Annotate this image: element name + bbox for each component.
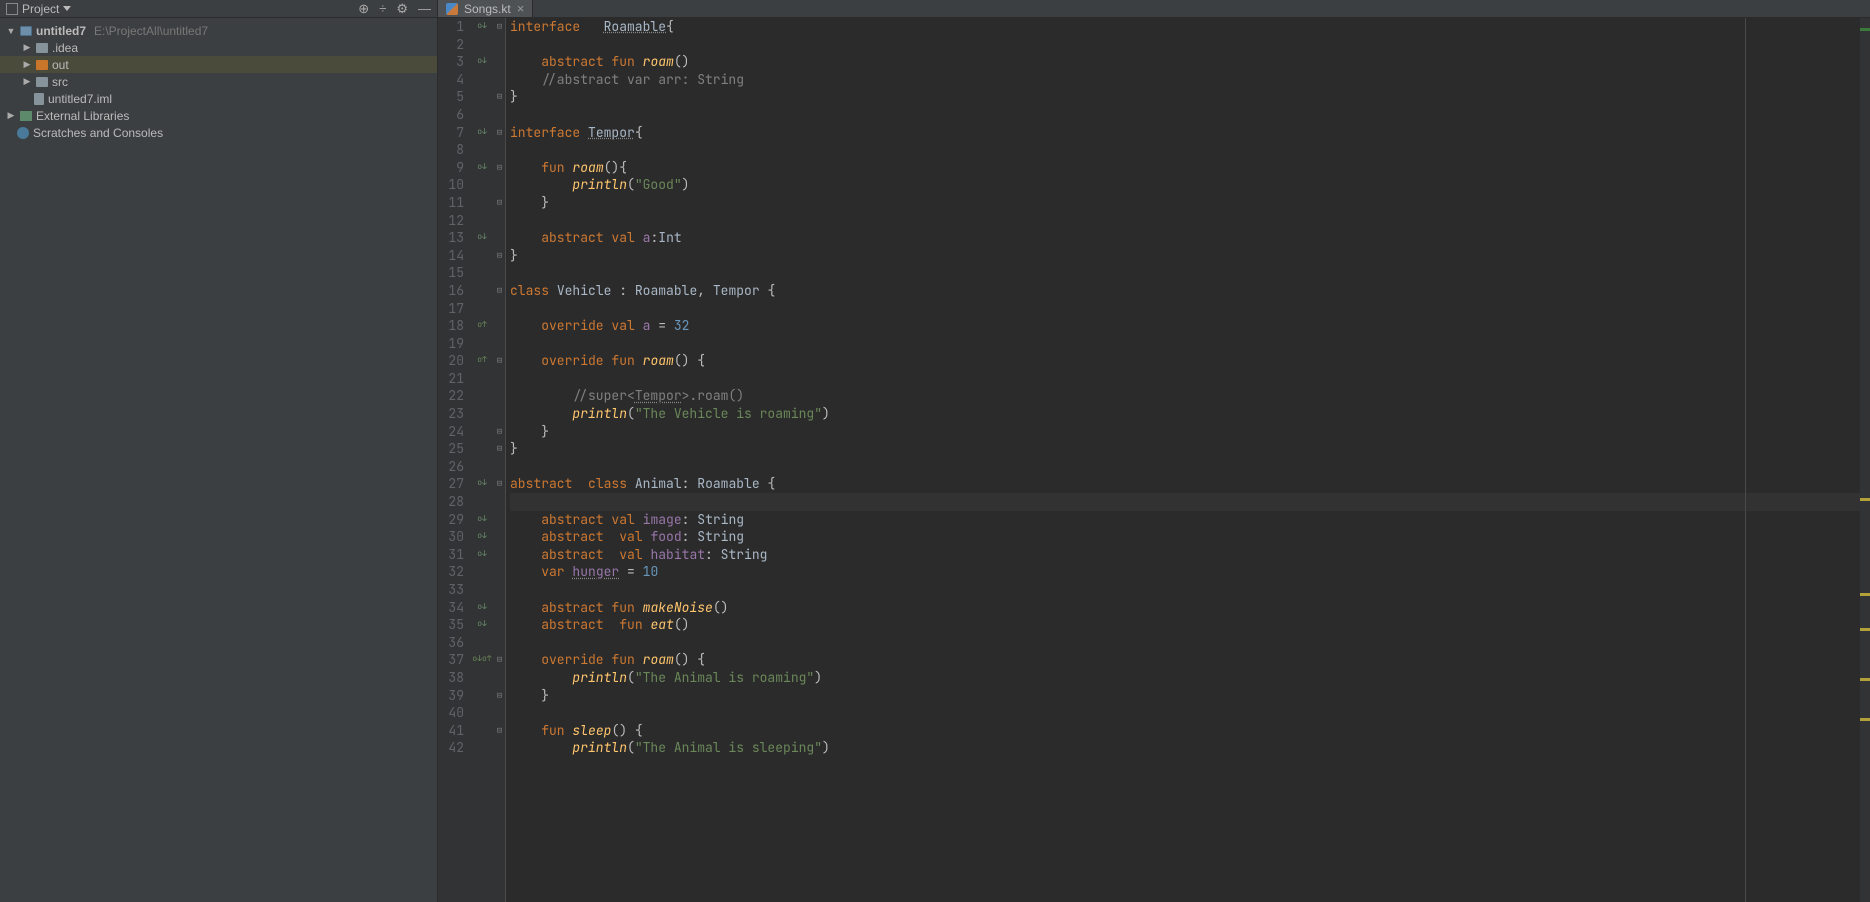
module-icon: [20, 26, 32, 36]
chevron-down-icon: [63, 6, 71, 11]
tree-item-out[interactable]: out: [0, 56, 437, 73]
chevron-right-icon[interactable]: [22, 59, 32, 70]
chevron-down-icon[interactable]: [6, 26, 16, 36]
chevron-right-icon[interactable]: [22, 76, 32, 87]
close-icon[interactable]: ×: [517, 1, 525, 16]
collapse-icon[interactable]: ÷: [379, 1, 386, 16]
tree-item-idea[interactable]: .idea: [0, 39, 437, 56]
tree-external-libs[interactable]: External Libraries: [0, 107, 437, 124]
hide-icon[interactable]: —: [418, 1, 431, 16]
warn-mark[interactable]: [1860, 498, 1870, 501]
warn-mark[interactable]: [1860, 718, 1870, 721]
code-editor[interactable]: 1234567891011121314151617181920212223242…: [438, 18, 1870, 902]
warn-mark[interactable]: [1860, 593, 1870, 596]
line-gutter: 1234567891011121314151617181920212223242…: [438, 18, 470, 902]
folder-icon: [36, 77, 48, 87]
annotation-gutter[interactable]: o↓o↓o↓o↓o↓o↑o↑o↓o↓o↓o↓o↓o↓o↓o↑: [470, 18, 494, 902]
tree-scratches[interactable]: Scratches and Consoles: [0, 124, 437, 141]
warn-mark[interactable]: [1860, 628, 1870, 631]
project-icon: [6, 3, 18, 15]
tree-root[interactable]: untitled7 E:\ProjectAll\untitled7: [0, 22, 437, 39]
main-area: Songs.kt × 12345678910111213141516171819…: [438, 0, 1870, 902]
tree-item-iml[interactable]: untitled7.iml: [0, 90, 437, 107]
error-stripe[interactable]: [1860, 18, 1870, 902]
library-icon: [20, 111, 32, 121]
code-area[interactable]: interface Roamable{ abstract fun roam() …: [506, 18, 1870, 902]
sidebar-header: Project ⊕ ÷ ⚙ —: [0, 0, 437, 18]
kotlin-icon: [446, 3, 458, 15]
project-sidebar: Project ⊕ ÷ ⚙ — untitled7 E:\ProjectAll\…: [0, 0, 438, 902]
gear-icon[interactable]: ⚙: [396, 1, 408, 17]
project-tree: untitled7 E:\ProjectAll\untitled7 .idea …: [0, 18, 437, 902]
scratch-icon: [17, 127, 29, 139]
project-label: Project: [22, 2, 59, 16]
locate-icon[interactable]: ⊕: [358, 1, 369, 17]
folder-icon: [36, 43, 48, 53]
warn-mark[interactable]: [1860, 678, 1870, 681]
tab-songs[interactable]: Songs.kt ×: [438, 0, 533, 17]
tree-item-src[interactable]: src: [0, 73, 437, 90]
sidebar-toolbar: ⊕ ÷ ⚙ —: [358, 1, 431, 17]
project-panel-title[interactable]: Project: [6, 2, 71, 16]
status-mark[interactable]: [1860, 28, 1870, 31]
fold-gutter[interactable]: ⊟⊟⊟⊟⊟⊟⊟⊟⊟⊟⊟⊟⊟⊟: [494, 18, 506, 902]
right-margin: [1745, 18, 1746, 902]
chevron-right-icon[interactable]: [6, 110, 16, 121]
chevron-right-icon[interactable]: [22, 42, 32, 53]
tab-label: Songs.kt: [464, 2, 511, 16]
root-path: E:\ProjectAll\untitled7: [94, 24, 208, 38]
editor-tabs: Songs.kt ×: [438, 0, 1870, 18]
root-label: untitled7: [36, 24, 86, 38]
file-icon: [34, 93, 44, 105]
folder-icon: [36, 60, 48, 70]
